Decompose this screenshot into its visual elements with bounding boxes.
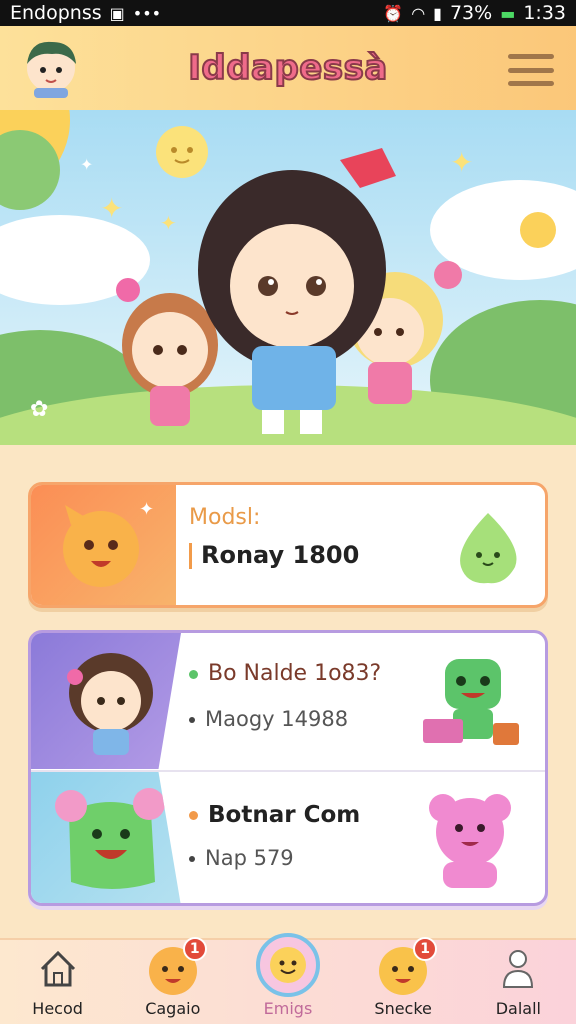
item-subtitle: Maogy 14988 [189,707,348,731]
svg-text:✦: ✦ [450,146,473,179]
row-banner [31,772,181,903]
pink-bear-icon [429,794,511,888]
model-card[interactable]: ✦ Modsl: Ronay 1800 [28,482,548,608]
svg-text:✦: ✦ [80,155,93,174]
status-bar: Endopnss ▣ ••• ⏰ ◠ ▮ 73% ▬ 1:33 [0,0,576,26]
list-card: Bo Nalde 1o83? Maogy 14988 Botnar Com Na… [28,630,548,906]
nav-label: Hecod [32,999,83,1018]
list-item[interactable]: Bo Nalde 1o83? Maogy 14988 [31,633,545,769]
nav-item-home[interactable]: Hecod [8,941,108,1018]
green-monster-icon [55,788,165,889]
girl-avatar-icon [67,653,153,755]
svg-text:✦: ✦ [100,192,123,225]
row-banner [31,633,181,769]
status-app-name: Endopnss [10,2,102,24]
item-subtitle: Nap 579 [189,846,294,870]
card-banner: ✦ [31,485,176,605]
svg-text:✦: ✦ [160,211,177,235]
nav-item-snecke[interactable]: 1 Snecke [353,937,453,1018]
home-icon [28,941,88,997]
battery-icon: ▬ [500,3,516,23]
green-blob-icon [460,513,517,584]
nav-item-emigs[interactable]: Emigs [238,933,338,1018]
sun-icon [156,126,208,178]
card-value: Ronay 1800 [189,541,359,569]
nav-label: Cagaio [145,999,201,1018]
item-title: Bo Nalde 1o83? [189,661,381,686]
hero-banner: ✦ ✦ ✦ ✦ ✿ [0,110,576,445]
item-title: Botnar Com [189,802,360,828]
alarm-icon: ⏰ [383,3,404,23]
signal-icon: ▮ [433,3,442,23]
nav-label: Emigs [263,999,313,1018]
battery-percent: 73% [449,2,493,24]
image-icon: ▣ [109,3,125,23]
notification-badge: 1 [413,937,438,961]
bottom-nav: Hecod 1 Cagaio Emigs 1 Snecke Dalall [0,933,576,1024]
menu-button[interactable] [508,54,554,86]
status-time: 1:33 [523,2,566,24]
smile-icon [255,933,320,997]
wifi-icon: ◠ [411,3,426,23]
menu-icon [508,54,554,59]
card-label: Modsl: [189,505,261,530]
status-dot-icon [189,811,198,820]
nav-label: Snecke [374,999,432,1018]
status-dot-icon [189,669,198,679]
app-title: Iddapessà [187,47,388,89]
svg-text:✦: ✦ [139,499,154,520]
orange-mascot-icon: ✦ [63,499,154,587]
more-icon: ••• [132,3,162,23]
list-item[interactable]: Botnar Com Nap 579 [31,770,545,903]
app-header: Iddapessà [0,26,576,110]
person-icon [488,941,548,997]
nav-item-cagaio[interactable]: 1 Cagaio [123,937,223,1018]
avatar[interactable] [22,36,80,98]
nav-label: Dalall [495,999,541,1018]
bullet-icon [189,856,195,862]
green-robot-icon [423,659,519,745]
notification-badge: 1 [182,937,207,961]
svg-text:✿: ✿ [30,397,48,422]
hero-illustration: ✦ ✦ ✦ ✦ ✿ [0,110,576,445]
nav-item-dalall[interactable]: Dalall [468,941,568,1018]
bullet-icon [189,717,195,723]
